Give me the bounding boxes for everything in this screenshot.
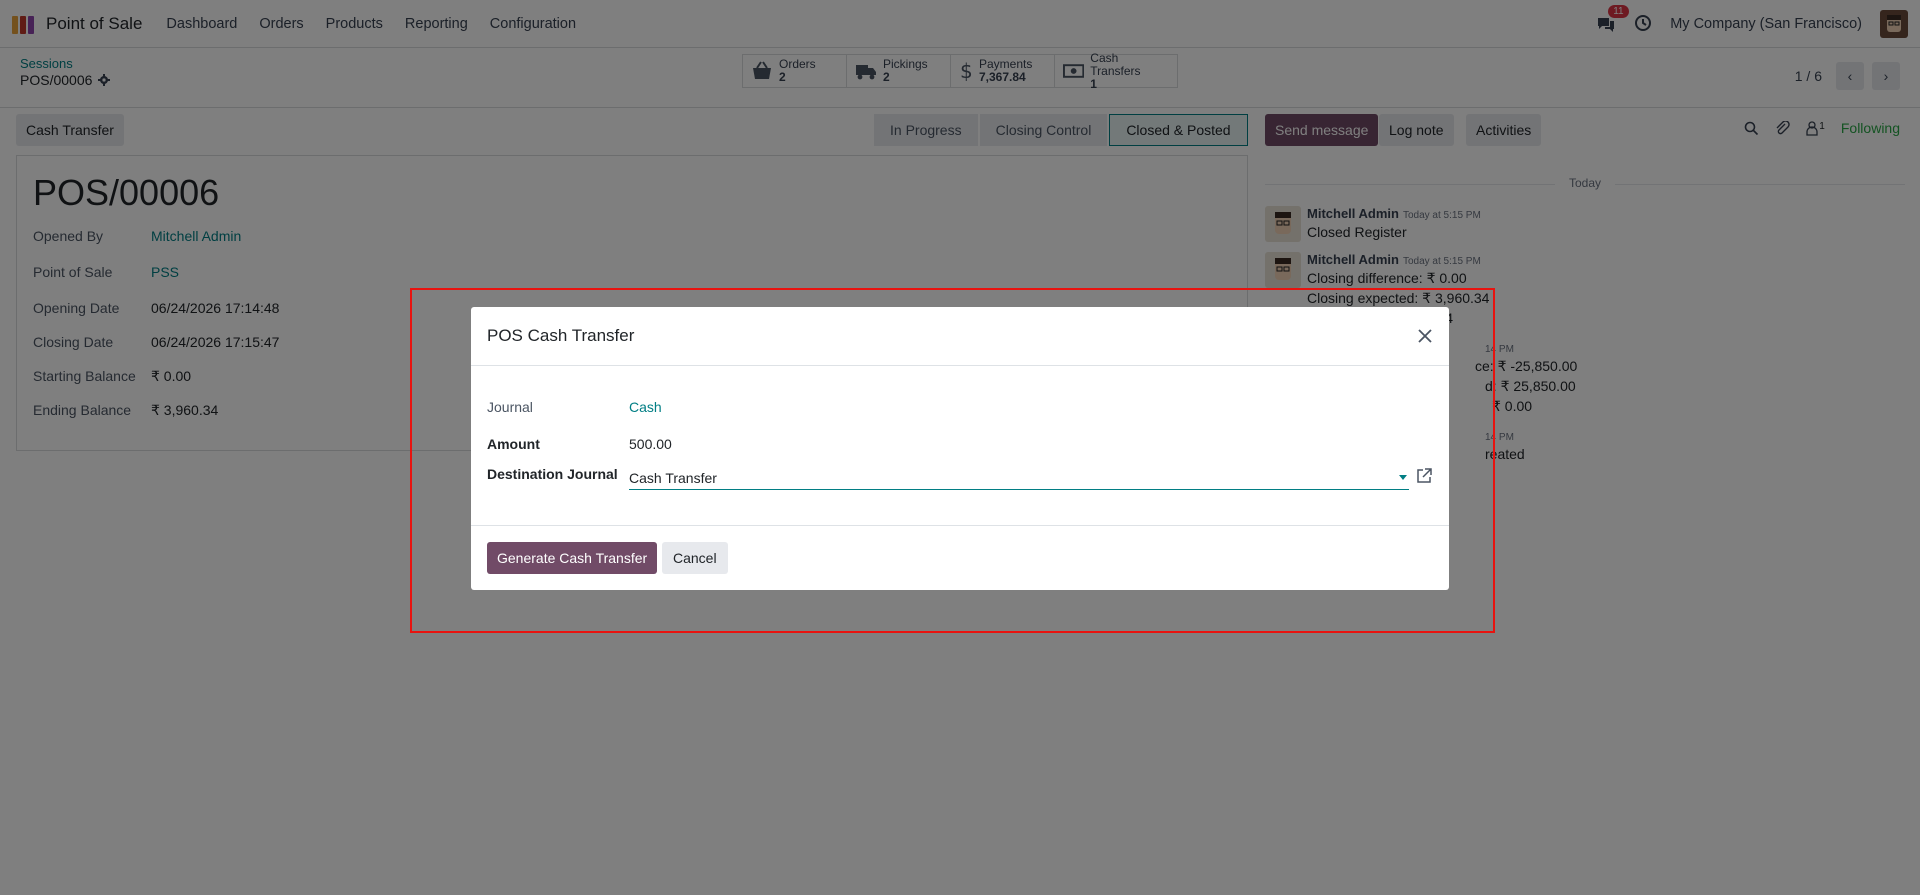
highlight-box [410,288,1495,633]
